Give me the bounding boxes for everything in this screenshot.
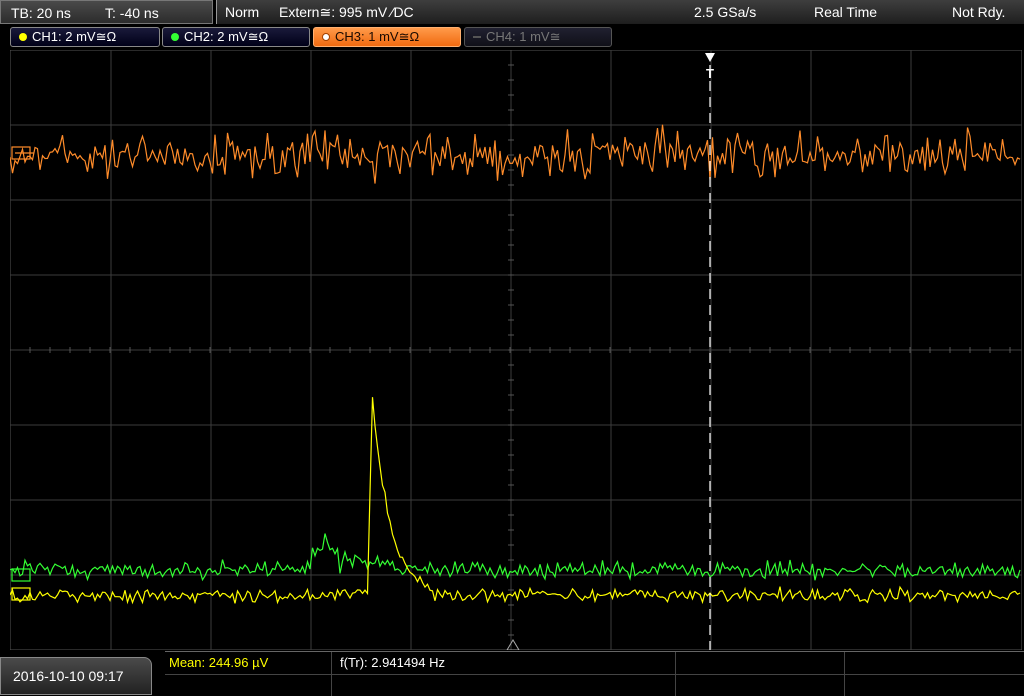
trigger-mode[interactable]: Norm [225,0,259,24]
ch1-dot-icon [19,33,27,41]
empty-cell-3[interactable] [165,674,332,696]
channel-bar: CH1: 2 mV≅Ω CH2: 2 mV≅Ω CH3: 1 mV≅Ω CH4:… [0,25,1024,49]
empty-cell-1[interactable] [676,652,845,675]
sample-rate: 2.5 GSa/s [694,4,757,20]
empty-cell-4[interactable] [332,674,676,696]
timebase-panel[interactable]: TB: 20 ns T: -40 ns [0,0,213,24]
frequency-cell[interactable]: f(Tr): 2.941494 Hz [332,652,676,675]
ch1-button[interactable]: CH1: 2 mV≅Ω [10,27,160,47]
ch3-dot-icon [322,33,330,41]
acquisition-mode: Real Time [814,4,878,20]
timebase-readout: TB: 20 ns [11,5,71,21]
measurement-table[interactable]: Mean: 244.96 µV f(Tr): 2.941494 Hz [165,651,1024,696]
ch3-label: CH3: 1 mV≅Ω [335,29,420,44]
ch1-label: CH1: 2 mV≅Ω [32,29,117,44]
ch3-button[interactable]: CH3: 1 mV≅Ω [313,27,461,47]
ch2-label: CH2: 2 mV≅Ω [184,29,269,44]
trigger-time-readout: T: -40 ns [105,5,159,21]
trigger-source[interactable]: Extern≅: 995 mV ⁄DC [279,0,414,24]
datetime-readout: 2016-10-10 09:17 [13,668,124,684]
ch4-dash-icon [473,36,481,38]
acquisition-panel[interactable]: Norm Extern≅: 995 mV ⁄DC 2.5 GSa/s Real … [216,0,1024,24]
datetime-panel: 2016-10-10 09:17 [0,657,152,695]
ch4-label: CH4: 1 mV≅ [486,29,561,44]
ch4-button[interactable]: CH4: 1 mV≅ [464,27,612,47]
frequency-readout: f(Tr): 2.941494 Hz [340,655,446,670]
mean-readout: Mean: 244.96 µV [169,655,269,670]
mean-cell[interactable]: Mean: 244.96 µV [165,652,332,675]
ch2-dot-icon [171,33,179,41]
waveform-display[interactable]: T [10,50,1022,650]
empty-cell-2[interactable] [845,652,1024,675]
ch2-button[interactable]: CH2: 2 mV≅Ω [162,27,310,47]
empty-cell-5[interactable] [676,674,845,696]
trigger-marker-label: T [706,66,714,81]
status-readout: Not Rdy. [952,4,1006,20]
